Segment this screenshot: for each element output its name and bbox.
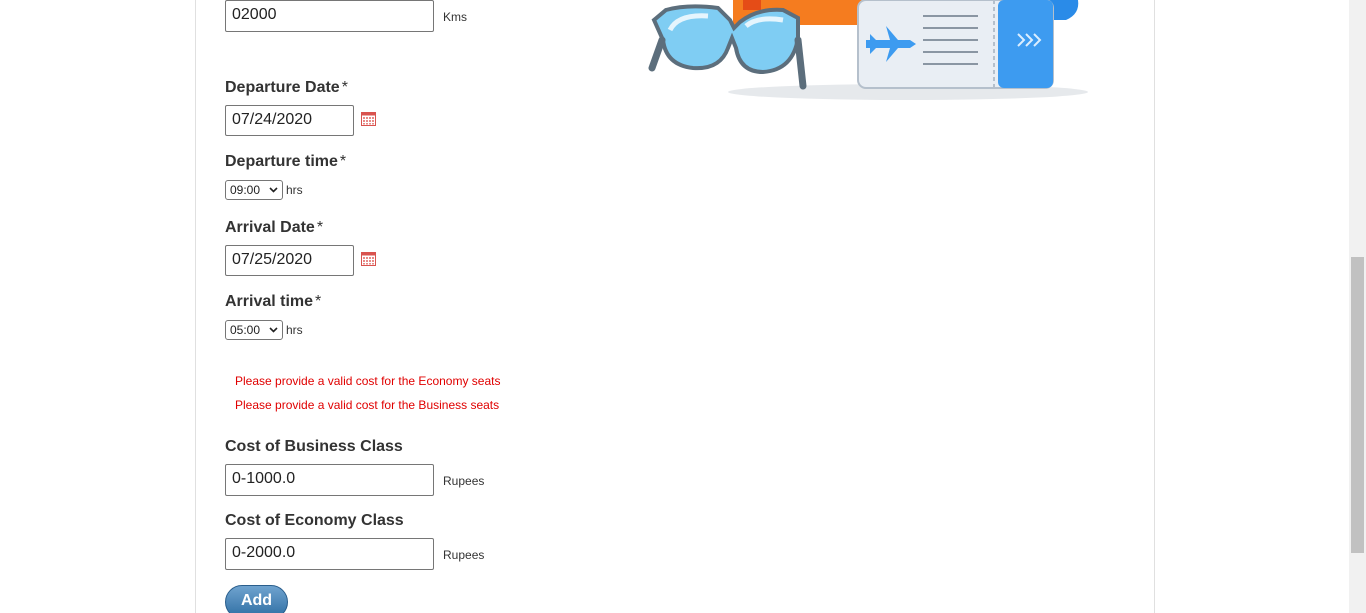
economy-cost-value: 0-2000.0: [232, 544, 296, 561]
arrival-time-label: Arrival time *: [225, 293, 322, 310]
departure-time-label: Departure time *: [225, 153, 347, 170]
travel-illustration: [648, 0, 1088, 100]
arrival-time-value: 05:00: [230, 323, 261, 337]
business-cost-value: 0-1000.0: [232, 470, 296, 487]
page: 02000 Kms Departure Date * 07/24/2020 Dep…: [0, 0, 1366, 613]
arrival-date-label: Arrival Date *: [225, 219, 324, 236]
departure-time-value: 09:00: [230, 183, 261, 197]
chevron-down-icon: [269, 327, 278, 333]
business-cost-input[interactable]: 0-1000.0: [225, 464, 434, 496]
error-business-cost: Please provide a valid cost for the Busi…: [235, 398, 500, 412]
economy-cost-label: Cost of Economy Class: [225, 512, 404, 529]
error-economy-cost: Please provide a valid cost for the Econ…: [235, 374, 501, 388]
arrival-date-input[interactable]: 07/25/2020: [225, 245, 354, 276]
distance-unit: Kms: [443, 10, 467, 24]
business-cost-unit: Rupees: [443, 474, 485, 488]
departure-date-input[interactable]: 07/24/2020: [225, 105, 354, 136]
departure-date-value: 07/24/2020: [232, 111, 313, 128]
calendar-icon[interactable]: [361, 252, 376, 266]
arrival-time-unit: hrs: [286, 323, 303, 337]
distance-input[interactable]: 02000: [225, 0, 434, 32]
arrival-time-select[interactable]: 05:00: [225, 320, 283, 340]
distance-value: 02000: [232, 6, 277, 23]
economy-cost-unit: Rupees: [443, 548, 485, 562]
departure-time-select[interactable]: 09:00: [225, 180, 283, 200]
business-cost-label: Cost of Business Class: [225, 438, 403, 455]
chevron-down-icon: [269, 187, 278, 193]
arrival-date-value: 07/25/2020: [232, 251, 313, 268]
economy-cost-input[interactable]: 0-2000.0: [225, 538, 434, 570]
departure-time-unit: hrs: [286, 183, 303, 197]
vertical-scrollbar[interactable]: [1349, 0, 1366, 613]
departure-date-label: Departure Date *: [225, 79, 348, 96]
add-button[interactable]: Add: [225, 585, 288, 613]
calendar-icon[interactable]: [361, 112, 376, 126]
scrollbar-thumb[interactable]: [1351, 257, 1364, 553]
